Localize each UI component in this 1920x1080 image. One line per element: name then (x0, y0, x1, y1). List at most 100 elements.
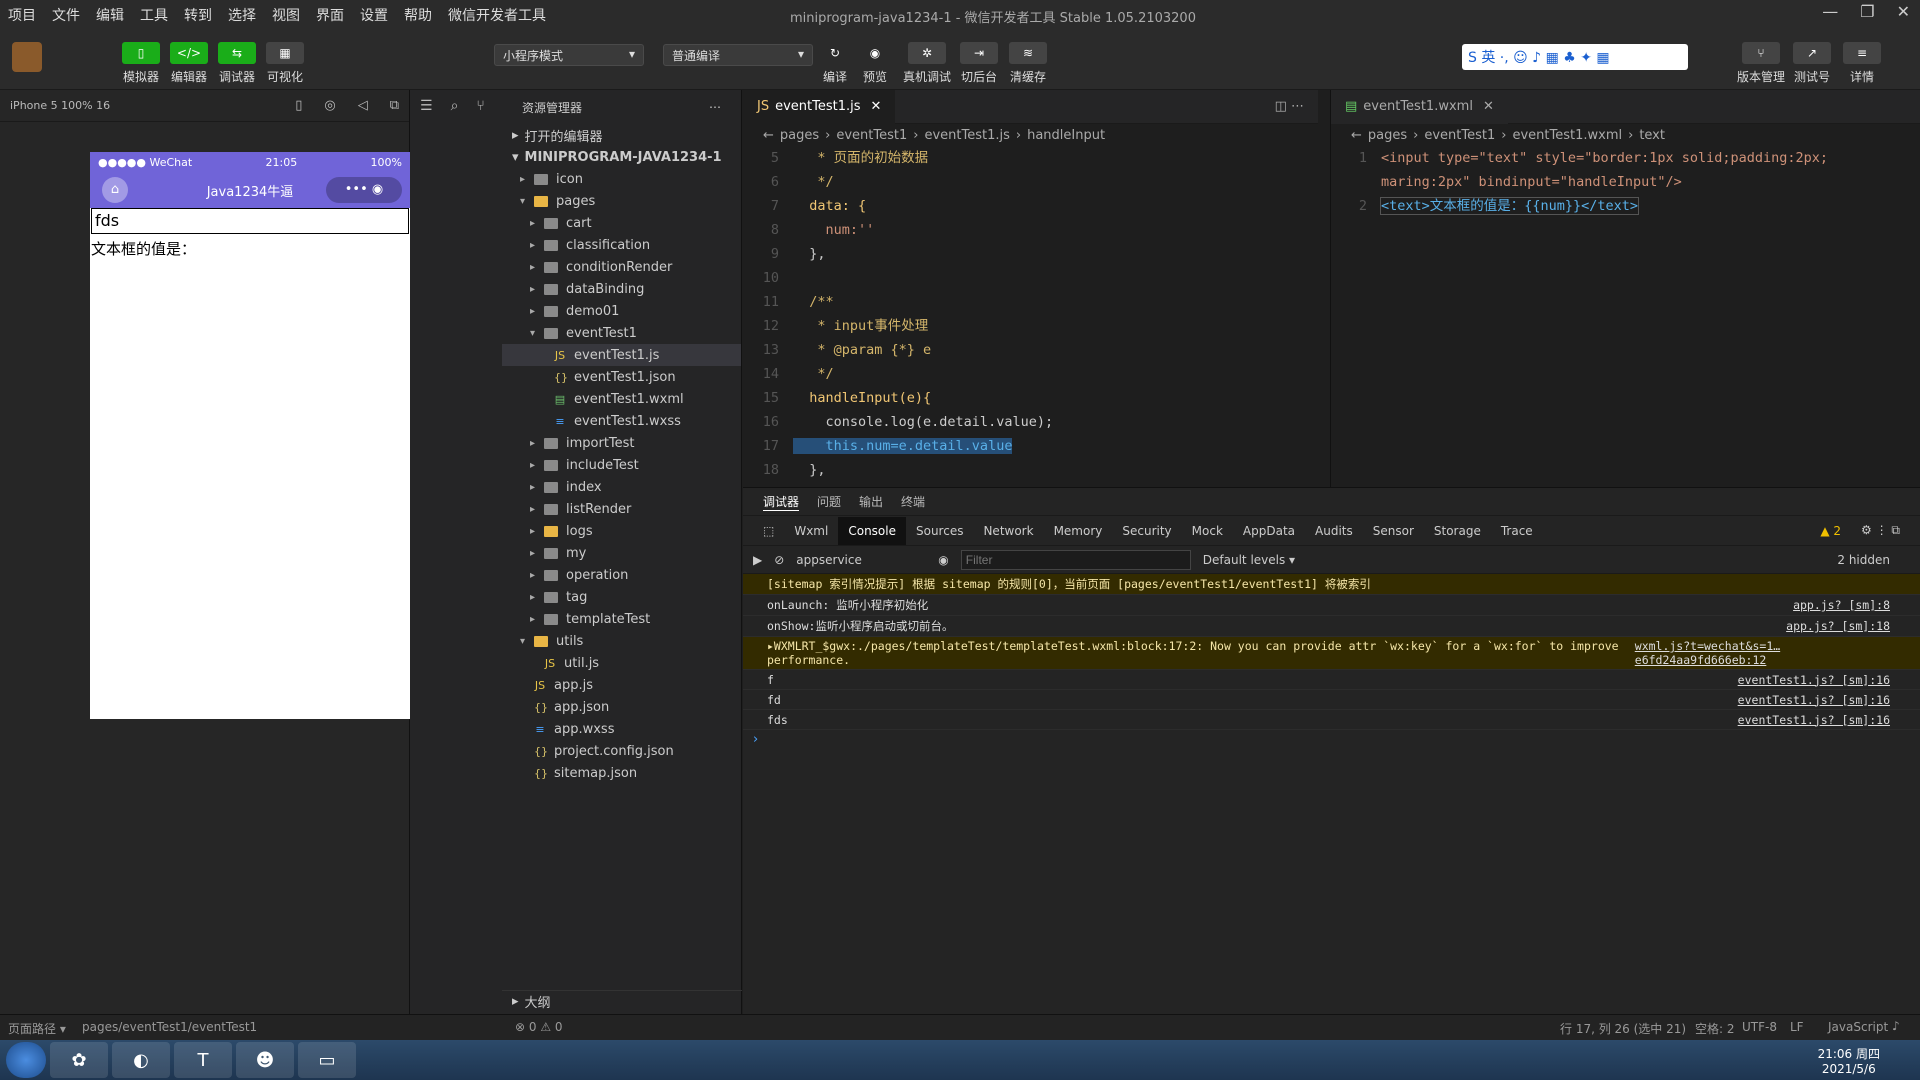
tree-item[interactable]: JS eventTest1.js (502, 344, 741, 366)
popout-icon[interactable]: ⧉ (390, 98, 399, 113)
code-line[interactable]: 11 /** (743, 290, 1318, 314)
menu-item[interactable]: 项目 (0, 5, 44, 25)
record-icon[interactable]: ◎ (324, 98, 335, 113)
project-avatar[interactable] (12, 42, 42, 72)
qq-icon[interactable]: ✿ (50, 1042, 108, 1078)
nav-back-icon[interactable]: ← (1351, 128, 1362, 143)
console-source-link[interactable]: eventTest1.js? [sm]:16 (1738, 673, 1890, 687)
tree-item[interactable]: ▸ includeTest (502, 454, 741, 476)
tree-item[interactable]: ▸ operation (502, 564, 741, 586)
devtools-tab[interactable]: Audits (1305, 517, 1363, 545)
preview-button[interactable]: ◉ 预览 (855, 42, 895, 85)
code-line[interactable]: 15 handleInput(e){ (743, 386, 1318, 410)
wechat-devtools-icon[interactable]: ☻ (236, 1042, 294, 1078)
menu-item[interactable]: 选择 (220, 5, 264, 25)
tree-item[interactable]: ▸ icon (502, 168, 741, 190)
devtools-tab[interactable]: Network (973, 517, 1043, 545)
details-button[interactable]: ≡ 详情 (1840, 42, 1884, 85)
close-icon[interactable]: ✕ (1483, 99, 1494, 114)
language-mode[interactable]: JavaScript (1828, 1020, 1888, 1034)
tree-item[interactable]: ▸ demo01 (502, 300, 741, 322)
search-icon[interactable]: ⌕ (451, 98, 459, 114)
devtools-tab[interactable]: Storage (1424, 517, 1491, 545)
filter-input[interactable] (960, 549, 1191, 570)
more-icon[interactable]: ⋯ (709, 100, 721, 114)
cursor-position[interactable]: 行 17, 列 26 (选中 21) (1560, 1020, 1686, 1037)
tree-item[interactable]: JS app.js (502, 674, 741, 696)
tree-item[interactable]: ▸ conditionRender (502, 256, 741, 278)
console-prompt[interactable]: › (743, 730, 1920, 749)
open-editors-section[interactable]: ▸ 打开的编辑器 (502, 124, 741, 146)
console-source-link[interactable]: eventTest1.js? [sm]:16 (1738, 713, 1890, 727)
tree-item[interactable]: ▸ classification (502, 234, 741, 256)
tree-item[interactable]: ▾ eventTest1 (502, 322, 741, 344)
bell-icon[interactable]: ♪ (1892, 1019, 1900, 1033)
tree-item[interactable]: {} sitemap.json (502, 762, 741, 784)
context-select[interactable]: appservice (796, 553, 926, 567)
devtools-tab[interactable]: Sources (906, 517, 973, 545)
tree-item[interactable]: {} project.config.json (502, 740, 741, 762)
code-line[interactable]: 9 }, (743, 242, 1318, 266)
files-icon[interactable]: ☰ (420, 98, 433, 114)
code-line[interactable]: 6 */ (743, 170, 1318, 194)
nav-back-icon[interactable]: ← (763, 128, 774, 143)
tab-eventtest1-wxml[interactable]: ▤ eventTest1.wxml ✕ (1331, 89, 1508, 124)
settings-icon[interactable]: ⚙ ⋮ ⧉ (1851, 516, 1910, 545)
close-icon[interactable]: ✕ (871, 99, 882, 114)
minimize-icon[interactable]: — (1822, 2, 1838, 21)
editor-button[interactable]: </> 编辑器 (169, 42, 209, 85)
code-line[interactable]: 16 console.log(e.detail.value); (743, 410, 1318, 434)
warnings-count[interactable]: ▲ 2 (1810, 517, 1851, 545)
clock[interactable]: 21:06 周四 2021/5/6 (1818, 1045, 1880, 1076)
simulator-button[interactable]: ▯ 模拟器 (121, 42, 161, 85)
tree-item[interactable]: ▸ dataBinding (502, 278, 741, 300)
code-line[interactable]: 12 * input事件处理 (743, 314, 1318, 338)
outline-section[interactable]: ▸ 大纲 (502, 990, 742, 1012)
menu-item[interactable]: 微信开发者工具 (440, 5, 554, 25)
menu-item[interactable]: 转到 (176, 5, 220, 25)
code-line[interactable]: maring:2px" bindinput="handleInput"/> (1331, 170, 1920, 194)
code-area[interactable]: 1 <input type="text" style="border:1px so… (1331, 146, 1920, 218)
sound-icon[interactable]: ◁ (358, 98, 368, 113)
tree-item[interactable]: ▸ index (502, 476, 741, 498)
device-select[interactable]: iPhone 5 100% 16 (10, 99, 110, 112)
devtools-top-tab[interactable]: 调试器 (763, 493, 800, 511)
maximize-icon[interactable]: ❐ (1860, 2, 1874, 21)
tree-item[interactable]: {} app.json (502, 696, 741, 718)
console-source-link[interactable]: wxml.js?t=wechat&s=1…e6fd24aa9fd666eb:12 (1635, 639, 1890, 667)
code-line[interactable]: 18 }, (743, 458, 1318, 482)
project-root[interactable]: ▾ MINIPROGRAM-JAVA1234-1 (502, 146, 741, 168)
tree-item[interactable]: ≡ eventTest1.wxss (502, 410, 741, 432)
sidebar-toggle-icon[interactable]: ▶ (753, 553, 762, 567)
code-line[interactable]: 5 * 页面的初始数据 (743, 146, 1318, 170)
start-icon[interactable] (6, 1042, 46, 1078)
menu-item[interactable]: 文件 (44, 5, 88, 25)
menu-item[interactable]: 工具 (132, 5, 176, 25)
inspect-icon[interactable]: ⬚ (753, 517, 784, 545)
page-path-label[interactable]: 页面路径 ▾ (8, 1020, 66, 1037)
bookmark-icon[interactable]: ▯ (295, 98, 302, 113)
visual-button[interactable]: ▦ 可视化 (265, 42, 305, 85)
device-debug-button[interactable]: ✲ 真机调试 (902, 42, 952, 85)
code-line[interactable]: 8 num:'' (743, 218, 1318, 242)
split-icon[interactable]: ◫ ⋯ (1275, 99, 1304, 114)
devtools-top-tab[interactable]: 终端 (901, 493, 925, 510)
browser-icon[interactable]: ◐ (112, 1042, 170, 1078)
eol[interactable]: LF (1790, 1020, 1804, 1034)
folder-icon[interactable]: ▭ (298, 1042, 356, 1078)
devtools-tab[interactable]: Console (838, 516, 906, 545)
code-area[interactable]: 5 * 页面的初始数据 6 */7 data: {8 num:'' 9 }, 10 11… (743, 146, 1318, 482)
console-source-link[interactable]: eventTest1.js? [sm]:16 (1738, 693, 1890, 707)
mode-select[interactable]: 小程序模式 ▾ (494, 44, 644, 66)
tree-item[interactable]: ▸ tag (502, 586, 741, 608)
devtools-tab[interactable]: Mock (1182, 517, 1233, 545)
tree-item[interactable]: ▾ pages (502, 190, 741, 212)
git-icon[interactable]: ⑂ (476, 98, 484, 114)
tree-item[interactable]: {} eventTest1.json (502, 366, 741, 388)
code-line[interactable]: 14 */ (743, 362, 1318, 386)
tree-item[interactable]: ▸ logs (502, 520, 741, 542)
text-input[interactable]: fds (91, 208, 409, 234)
code-line[interactable]: 2 <text>文本框的值是：{{num}}</text> (1331, 194, 1920, 218)
tree-item[interactable]: ≡ app.wxss (502, 718, 741, 740)
devtools-tab[interactable]: AppData (1233, 517, 1305, 545)
